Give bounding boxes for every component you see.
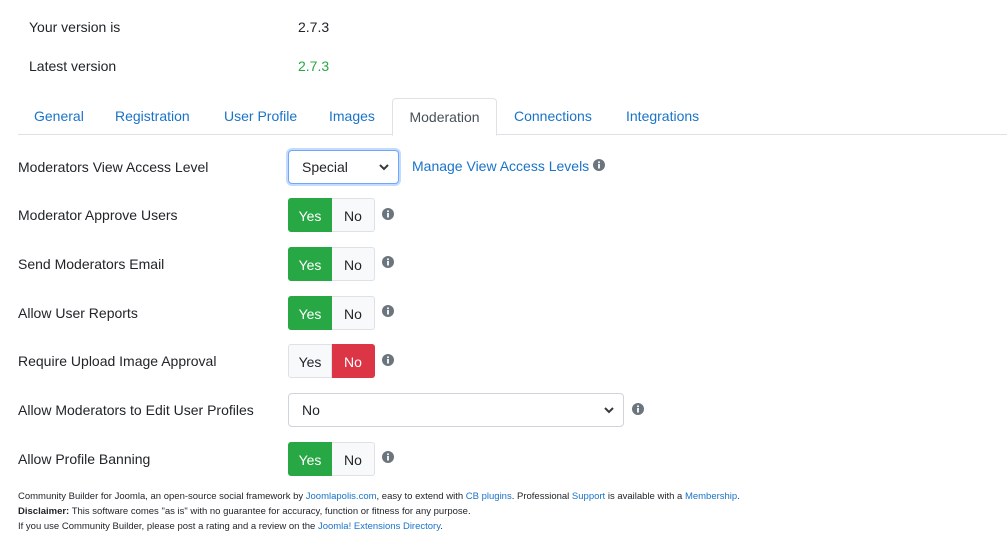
- tab-registration[interactable]: Registration: [115, 98, 190, 135]
- upload-approval-toggle: Yes No: [288, 344, 375, 378]
- your-version-value: 2.7.3: [298, 19, 330, 35]
- info-icon[interactable]: [593, 159, 605, 171]
- chevron-down-icon: [379, 164, 389, 171]
- support-link[interactable]: Support: [572, 491, 605, 502]
- footer-text: .: [737, 491, 740, 502]
- upload-approval-label: Require Upload Image Approval: [18, 353, 217, 369]
- footer-text: If you use Community Builder, please pos…: [18, 521, 318, 532]
- footer-text: is available with a: [605, 491, 685, 502]
- info-icon[interactable]: [382, 208, 394, 220]
- send-email-label: Send Moderators Email: [18, 256, 165, 272]
- joomlapolis-link[interactable]: Joomlapolis.com: [306, 491, 377, 502]
- info-icon[interactable]: [382, 354, 394, 366]
- manage-view-access-link[interactable]: Manage View Access Levels: [412, 158, 589, 174]
- approve-users-yes-button[interactable]: Yes: [288, 198, 332, 232]
- info-icon[interactable]: [382, 256, 394, 268]
- info-icon[interactable]: [382, 305, 394, 317]
- tab-integrations[interactable]: Integrations: [626, 98, 699, 135]
- latest-version-label: Latest version: [29, 58, 117, 74]
- send-email-yes-button[interactable]: Yes: [288, 247, 332, 281]
- latest-version-value: 2.7.3: [298, 58, 330, 74]
- disclaimer-text: This software comes "as is" with no guar…: [69, 506, 471, 517]
- footer-text: , easy to extend with: [376, 491, 466, 502]
- tab-moderation[interactable]: Moderation: [392, 98, 497, 136]
- chevron-down-icon: [604, 407, 614, 414]
- edit-profiles-select[interactable]: No: [288, 393, 624, 427]
- view-access-label: Moderators View Access Level: [18, 159, 209, 175]
- footer-text: .: [440, 521, 443, 532]
- settings-tabs: General Registration User Profile Images…: [18, 98, 1007, 136]
- jed-link[interactable]: Joomla! Extensions Directory: [318, 521, 440, 532]
- view-access-select[interactable]: Special: [288, 150, 399, 184]
- tab-user-profile[interactable]: User Profile: [224, 98, 297, 135]
- profile-banning-label: Allow Profile Banning: [18, 451, 151, 467]
- membership-link[interactable]: Membership: [685, 491, 737, 502]
- cb-plugins-link[interactable]: CB plugins: [466, 491, 512, 502]
- upload-approval-yes-button[interactable]: Yes: [288, 344, 332, 378]
- send-email-toggle: Yes No: [288, 247, 375, 281]
- edit-profiles-label: Allow Moderators to Edit User Profiles: [18, 402, 254, 418]
- approve-users-toggle: Yes No: [288, 198, 375, 232]
- info-icon[interactable]: [632, 403, 644, 415]
- tab-images[interactable]: Images: [329, 98, 375, 135]
- your-version-label: Your version is: [29, 19, 121, 35]
- profile-banning-no-button[interactable]: No: [332, 442, 375, 476]
- view-access-value: Special: [302, 159, 348, 175]
- upload-approval-no-button[interactable]: No: [332, 344, 375, 378]
- disclaimer-label: Disclaimer:: [18, 506, 70, 517]
- approve-users-label: Moderator Approve Users: [18, 207, 178, 223]
- user-reports-yes-button[interactable]: Yes: [288, 296, 332, 330]
- footer-disclaimer: Disclaimer: This software comes "as is" …: [18, 506, 471, 517]
- profile-banning-yes-button[interactable]: Yes: [288, 442, 332, 476]
- user-reports-toggle: Yes No: [288, 296, 375, 330]
- footer-text: . Professional: [511, 491, 572, 502]
- tab-connections[interactable]: Connections: [514, 98, 592, 135]
- approve-users-no-button[interactable]: No: [332, 198, 375, 232]
- footer-text: Community Builder for Joomla, an open-so…: [18, 491, 306, 502]
- user-reports-no-button[interactable]: No: [332, 296, 375, 330]
- tab-general[interactable]: General: [34, 98, 84, 135]
- footer-credits: Community Builder for Joomla, an open-so…: [18, 491, 740, 502]
- edit-profiles-value: No: [302, 402, 320, 418]
- user-reports-label: Allow User Reports: [18, 305, 138, 321]
- profile-banning-toggle: Yes No: [288, 442, 375, 476]
- send-email-no-button[interactable]: No: [332, 247, 375, 281]
- footer-review: If you use Community Builder, please pos…: [18, 521, 443, 532]
- info-icon[interactable]: [382, 451, 394, 463]
